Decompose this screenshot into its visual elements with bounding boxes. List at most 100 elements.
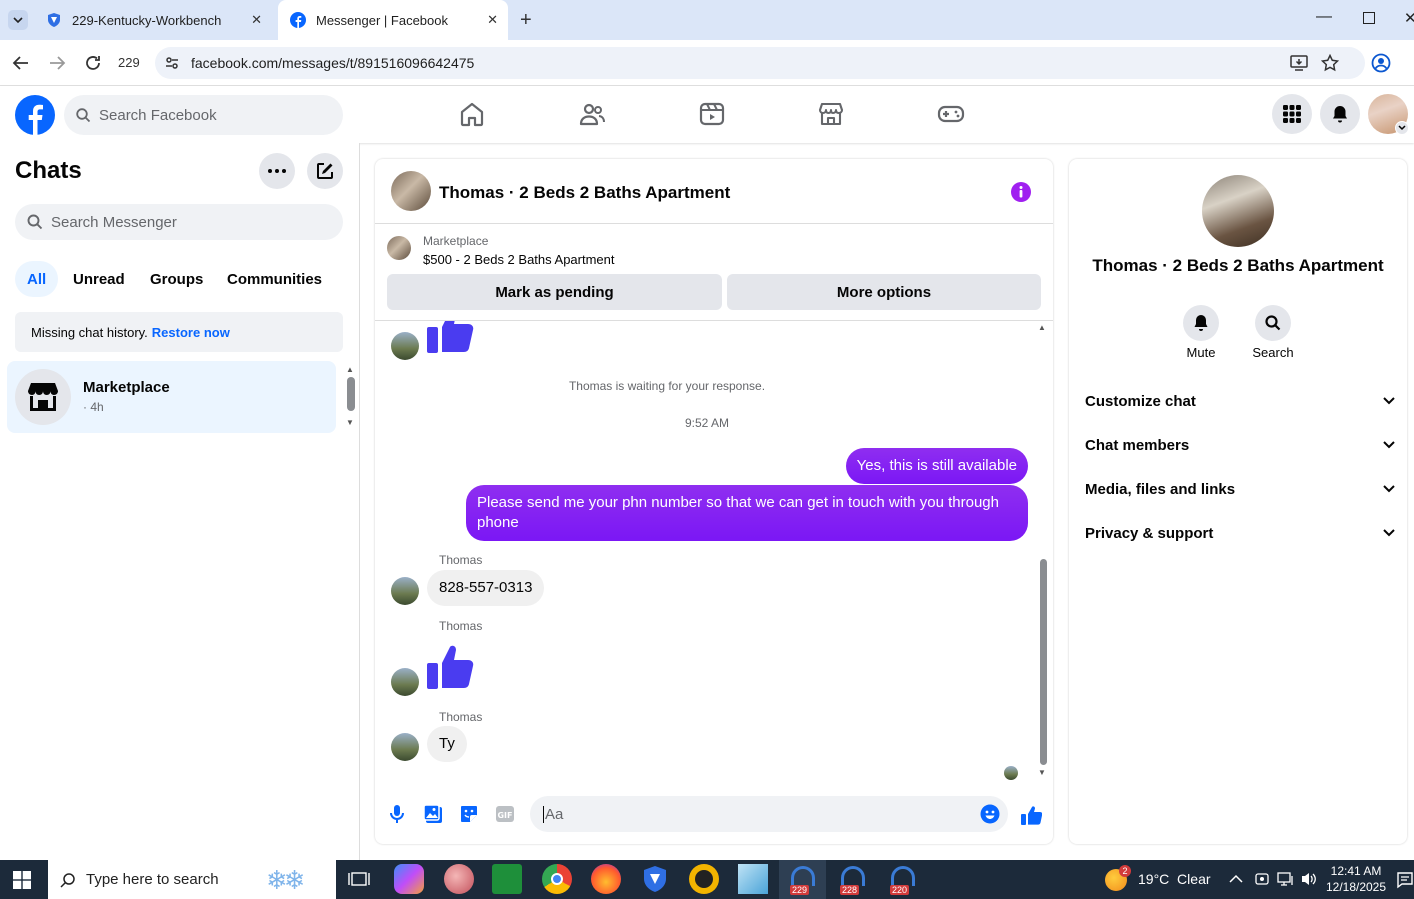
taskbar-active-app[interactable]: 229 xyxy=(779,860,826,899)
url-field[interactable]: facebook.com/messages/t/891516096642475 xyxy=(155,47,1365,79)
like-send-icon[interactable] xyxy=(1020,804,1042,826)
close-icon[interactable]: ✕ xyxy=(487,12,498,28)
headset-icon xyxy=(791,866,815,886)
taskbar-app[interactable]: 220 xyxy=(879,860,926,899)
listing-thumbnail[interactable] xyxy=(387,236,411,260)
media-files-links-section[interactable]: Media, files and links xyxy=(1085,474,1395,504)
options-button[interactable] xyxy=(259,153,295,189)
outgoing-message[interactable]: Please send me your phn number so that w… xyxy=(466,485,1028,541)
more-options-button[interactable]: More options xyxy=(727,274,1041,310)
marketplace-icon[interactable] xyxy=(817,100,845,128)
conversation-scrollbar-thumb[interactable] xyxy=(1040,559,1047,765)
notifications-button[interactable] xyxy=(1320,94,1360,134)
chat-members-section[interactable]: Chat members xyxy=(1085,430,1395,460)
messenger-search-input[interactable]: Search Messenger xyxy=(15,204,343,240)
sender-avatar[interactable] xyxy=(391,577,419,605)
mark-as-pending-button[interactable]: Mark as pending xyxy=(387,274,722,310)
filter-unread[interactable]: Unread xyxy=(61,261,137,297)
taskbar-search-input[interactable]: Type here to search ❄❄ xyxy=(48,860,336,899)
storefront-icon xyxy=(28,383,58,411)
facebook-logo-icon[interactable] xyxy=(15,95,55,135)
site-settings-icon[interactable] xyxy=(165,56,179,70)
filter-all[interactable]: All xyxy=(15,261,59,297)
scroll-down-icon[interactable]: ▼ xyxy=(346,418,354,427)
chevron-down-icon xyxy=(1398,125,1406,131)
meet-icon[interactable] xyxy=(1254,871,1270,887)
scroll-up-icon[interactable]: ▲ xyxy=(346,365,354,374)
incoming-message[interactable]: 828-557-0313 xyxy=(427,570,545,606)
app-icon[interactable] xyxy=(444,864,474,894)
sender-avatar[interactable] xyxy=(391,668,419,696)
emoji-icon[interactable] xyxy=(980,804,1000,824)
windows-taskbar: Type here to search ❄❄ 229 228 220 2 19°… xyxy=(0,860,1414,899)
windows-start-icon[interactable] xyxy=(13,871,31,889)
taskbar-search-placeholder: Type here to search xyxy=(86,871,219,888)
chevron-up-icon[interactable] xyxy=(1229,874,1243,884)
search-icon xyxy=(27,214,43,230)
app-icon[interactable] xyxy=(689,864,719,894)
home-icon[interactable] xyxy=(458,100,486,128)
restore-now-link[interactable]: Restore now xyxy=(152,325,230,340)
video-icon[interactable] xyxy=(698,100,726,128)
restore-icon[interactable] xyxy=(1363,12,1375,24)
firefox-icon[interactable] xyxy=(591,864,621,894)
weather-text[interactable]: 19°C Clear xyxy=(1138,871,1211,887)
install-app-icon[interactable] xyxy=(1290,55,1308,71)
filter-groups[interactable]: Groups xyxy=(138,261,215,297)
privacy-support-section[interactable]: Privacy & support xyxy=(1085,518,1395,548)
filter-communities[interactable]: Communities xyxy=(215,261,334,297)
minimize-icon[interactable]: — xyxy=(1316,8,1332,26)
facebook-header: Search Facebook xyxy=(0,86,1414,143)
sender-avatar[interactable] xyxy=(391,733,419,761)
conversation-title[interactable]: Thomas · 2 Beds 2 Baths Apartment xyxy=(439,183,730,203)
outgoing-message[interactable]: Yes, this is still available xyxy=(845,448,1028,484)
conversation-avatar[interactable] xyxy=(391,171,431,211)
shield-browser-icon[interactable] xyxy=(640,864,670,894)
details-avatar[interactable] xyxy=(1202,175,1274,247)
spreadsheet-icon[interactable] xyxy=(492,864,522,894)
bookmark-star-icon[interactable] xyxy=(1321,54,1339,72)
menu-button[interactable] xyxy=(1272,94,1312,134)
task-view-icon[interactable] xyxy=(344,864,374,894)
taskbar-app[interactable]: 228 xyxy=(829,860,876,899)
sidebar-scrollbar-thumb[interactable] xyxy=(347,377,355,411)
customize-chat-section[interactable]: Customize chat xyxy=(1085,386,1395,416)
window-close-icon[interactable]: ✕ xyxy=(1404,9,1414,27)
account-dropdown[interactable] xyxy=(1395,121,1409,135)
photo-icon[interactable] xyxy=(423,804,443,824)
search-in-conversation-button[interactable] xyxy=(1255,305,1291,341)
new-message-button[interactable] xyxy=(307,153,343,189)
scroll-up-icon[interactable]: ▲ xyxy=(1038,323,1046,332)
microphone-icon[interactable] xyxy=(389,804,405,824)
sticker-icon[interactable] xyxy=(459,804,479,824)
chat-item-marketplace[interactable]: Marketplace · 4h xyxy=(7,361,336,433)
mute-button[interactable] xyxy=(1183,305,1219,341)
scroll-down-icon[interactable]: ▼ xyxy=(1038,768,1046,777)
forward-arrow-icon[interactable] xyxy=(48,55,66,71)
app-icon[interactable] xyxy=(738,864,768,894)
friends-icon[interactable] xyxy=(578,100,606,128)
facebook-search-input[interactable]: Search Facebook xyxy=(64,95,343,135)
gaming-icon[interactable] xyxy=(937,100,965,128)
network-icon[interactable] xyxy=(1277,871,1295,887)
tab-search-button[interactable] xyxy=(8,10,28,30)
close-icon[interactable]: ✕ xyxy=(251,12,262,28)
copilot-icon[interactable] xyxy=(394,864,424,894)
incoming-message[interactable]: Ty xyxy=(427,726,467,762)
info-icon[interactable] xyxy=(1010,181,1032,203)
sender-avatar[interactable] xyxy=(391,332,419,360)
volume-icon[interactable] xyxy=(1300,871,1318,887)
listing-title[interactable]: $500 - 2 Beds 2 Baths Apartment xyxy=(423,252,615,267)
tab-messenger[interactable]: Messenger | Facebook ✕ xyxy=(278,0,508,40)
svg-text:GIF: GIF xyxy=(497,811,512,820)
gif-icon[interactable]: GIF xyxy=(495,805,515,823)
message-input[interactable]: Aa xyxy=(530,796,1008,832)
tab-workbench[interactable]: 229-Kentucky-Workbench ✕ xyxy=(34,0,272,40)
clock[interactable]: 12:41 AM 12/18/2025 xyxy=(1324,863,1388,895)
profile-icon[interactable] xyxy=(1371,53,1391,73)
notification-center-icon[interactable] xyxy=(1396,871,1414,889)
chrome-icon[interactable] xyxy=(542,864,572,894)
new-tab-icon[interactable]: + xyxy=(520,9,532,32)
back-arrow-icon[interactable] xyxy=(12,55,30,71)
reload-icon[interactable] xyxy=(84,54,102,72)
